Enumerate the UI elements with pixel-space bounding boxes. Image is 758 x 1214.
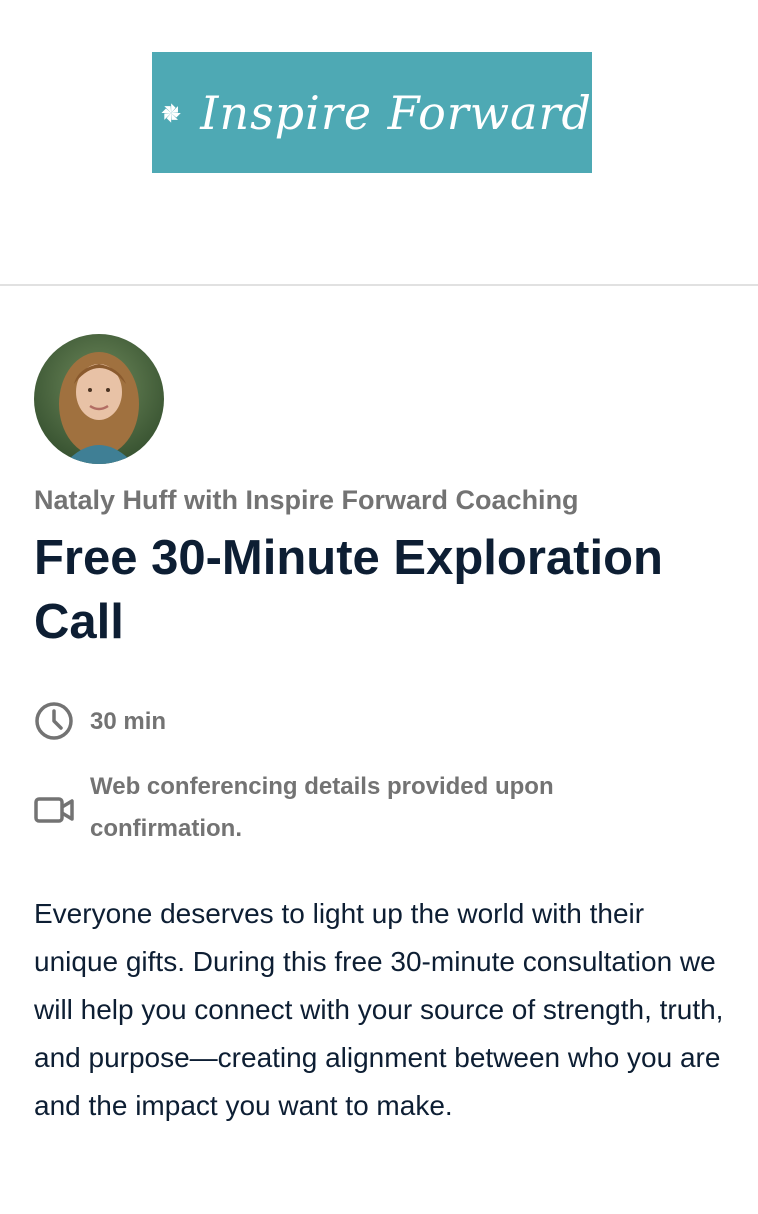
clock-icon [35, 702, 73, 740]
event-title: Free 30-Minute Exploration Call [34, 531, 663, 649]
location-detail: Web conferencing details provided upon c… [34, 766, 734, 850]
location-text: Web conferencing details provided upon c… [90, 773, 554, 842]
organizer-name: Nataly Huff with Inspire Forward Coachin… [34, 485, 579, 515]
avatar-photo [34, 334, 164, 464]
video-camera-icon [34, 797, 74, 823]
pinwheel-icon [161, 102, 181, 123]
event-description: Everyone deserves to light up the world … [34, 898, 724, 1121]
brand-logo: Inspire Forward [152, 52, 592, 173]
booking-page: Inspire Forward Nataly Huff with Inspire… [0, 0, 758, 1214]
header: Inspire Forward [0, 0, 758, 285]
duration-text: 30 min [90, 708, 167, 735]
avatar [34, 334, 164, 464]
logo-text: Inspire Forward [200, 85, 592, 140]
duration-detail: 30 min [34, 701, 734, 743]
header-divider [0, 284, 758, 286]
